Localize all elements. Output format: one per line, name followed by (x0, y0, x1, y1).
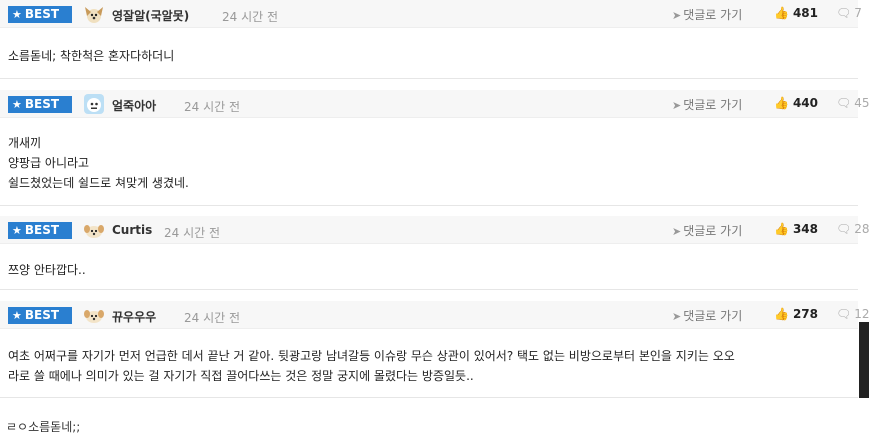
reply-count-button[interactable]: 🗨 12 (836, 307, 869, 321)
comment-item: ★ BEST 얼죽아아 24 시간 전 ➤ 댓글로 가기 👍 440 🗨 45 개새끼 … (0, 90, 869, 206)
best-label: BEST (24, 308, 60, 322)
thumbs-up-icon: 👍 (774, 222, 789, 236)
avatar-robot[interactable] (82, 92, 106, 116)
comment-header: ★ BEST 영잘알(국알못) 24 시간 전 ➤ 댓글로 가기 👍 481 🗨 7 (0, 0, 862, 28)
goto-label: 댓글로 가기 (683, 224, 743, 238)
arrow-icon: ➤ (672, 310, 682, 323)
scrollbar-thumb[interactable] (859, 322, 869, 398)
like-button[interactable]: 👍 278 (774, 307, 818, 321)
star-icon: ★ (12, 309, 22, 322)
next-comment-text: ㄹㅇ소름돋네;; (6, 420, 81, 434)
like-button[interactable]: 👍 348 (774, 222, 818, 236)
comment-bubble-icon: 🗨 (836, 307, 852, 321)
thumbs-up-icon: 👍 (774, 307, 789, 321)
thumbs-up-icon: 👍 (774, 96, 789, 110)
arrow-icon: ➤ (672, 9, 682, 22)
like-count: 348 (792, 222, 819, 236)
timestamp: 24 시간 전 (184, 311, 241, 325)
comment-body-line: 라로 쓸 때에나 의미가 있는 걸 자기가 직접 끌어다쓰는 것은 정말 궁지에… (8, 369, 474, 383)
timestamp: 24 시간 전 (222, 10, 279, 24)
timestamp: 24 시간 전 (184, 100, 241, 114)
goto-label: 댓글로 가기 (683, 8, 743, 22)
star-icon: ★ (12, 224, 22, 237)
best-badge: ★ BEST (8, 307, 72, 324)
comment-header: ★ BEST 뀨우우우 24 시간 전 ➤ 댓글로 가기 👍 278 🗨 12 (0, 301, 869, 329)
comment-item: ★ BEST 영잘알(국알못) 24 시간 전 ➤ 댓글로 가기 👍 481 🗨 7 소… (0, 0, 862, 79)
author-name[interactable]: Curtis (112, 223, 152, 237)
avatar-puppy[interactable] (82, 2, 106, 26)
comment-bubble-icon: 🗨 (836, 222, 852, 236)
best-badge: ★ BEST (8, 6, 72, 23)
comment-body-line: 쯔양 안타깝다.. (8, 263, 86, 277)
goto-reply-link[interactable]: ➤ 댓글로 가기 (672, 96, 742, 113)
avatar-dog[interactable] (82, 303, 106, 327)
reply-count-button[interactable]: 🗨 45 (836, 96, 869, 110)
like-button[interactable]: 👍 481 (774, 6, 818, 20)
best-badge: ★ BEST (8, 222, 72, 239)
star-icon: ★ (12, 98, 22, 111)
comment-body-line: 쉴드쳤었는데 쉴드로 쳐맞게 생겼네. (8, 176, 189, 190)
goto-reply-link[interactable]: ➤ 댓글로 가기 (672, 6, 742, 23)
best-label: BEST (24, 7, 60, 21)
like-count: 481 (792, 6, 819, 20)
like-count: 440 (792, 96, 819, 110)
thumbs-up-icon: 👍 (774, 6, 789, 20)
reply-count: 45 (854, 96, 869, 110)
best-label: BEST (24, 223, 60, 237)
like-button[interactable]: 👍 440 (774, 96, 818, 110)
star-icon: ★ (12, 8, 22, 21)
author-name[interactable]: 영잘알(국알못) (112, 7, 189, 24)
goto-reply-link[interactable]: ➤ 댓글로 가기 (672, 307, 742, 324)
comment-bubble-icon: 🗨 (836, 96, 852, 110)
reply-count-button[interactable]: 🗨 7 (836, 6, 869, 20)
avatar-dog[interactable] (82, 218, 106, 242)
comment-body-line: 개새끼 (8, 136, 42, 150)
goto-label: 댓글로 가기 (683, 309, 743, 323)
timestamp: 24 시간 전 (164, 226, 221, 240)
arrow-icon: ➤ (672, 225, 682, 238)
comment-item: ★ BEST Curtis 24 시간 전 ➤ 댓글로 가기 👍 348 🗨 28 쯔양… (0, 216, 869, 290)
arrow-icon: ➤ (672, 99, 682, 112)
reply-count: 7 (854, 6, 862, 20)
comment-header: ★ BEST 얼죽아아 24 시간 전 ➤ 댓글로 가기 👍 440 🗨 45 (0, 90, 869, 118)
comment-bubble-icon: 🗨 (836, 6, 852, 20)
goto-reply-link[interactable]: ➤ 댓글로 가기 (672, 222, 742, 239)
comment-header: ★ BEST Curtis 24 시간 전 ➤ 댓글로 가기 👍 348 🗨 28 (0, 216, 869, 244)
comment-item: ★ BEST 뀨우우우 24 시간 전 ➤ 댓글로 가기 👍 278 🗨 12 여초 어… (0, 301, 869, 398)
comment-body-line: 양팡급 아니라고 (8, 156, 90, 170)
comment-body-line: 여초 어쩌구를 자기가 먼저 언급한 데서 끝난 거 같아. 뒷광고랑 남녀갈등… (8, 349, 735, 363)
comment-body-line: 소름돋네; 착한척은 혼자다하더니 (8, 49, 175, 63)
author-name[interactable]: 뀨우우우 (112, 308, 156, 325)
reply-count: 28 (854, 222, 869, 236)
reply-count: 12 (854, 307, 869, 321)
reply-count-button[interactable]: 🗨 28 (836, 222, 869, 236)
author-name[interactable]: 얼죽아아 (112, 97, 156, 114)
best-label: BEST (24, 97, 60, 111)
best-badge: ★ BEST (8, 96, 72, 113)
goto-label: 댓글로 가기 (683, 98, 743, 112)
like-count: 278 (792, 307, 819, 321)
comment-list: ★ BEST 영잘알(국알못) 24 시간 전 ➤ 댓글로 가기 👍 481 🗨 7 소… (0, 0, 869, 434)
